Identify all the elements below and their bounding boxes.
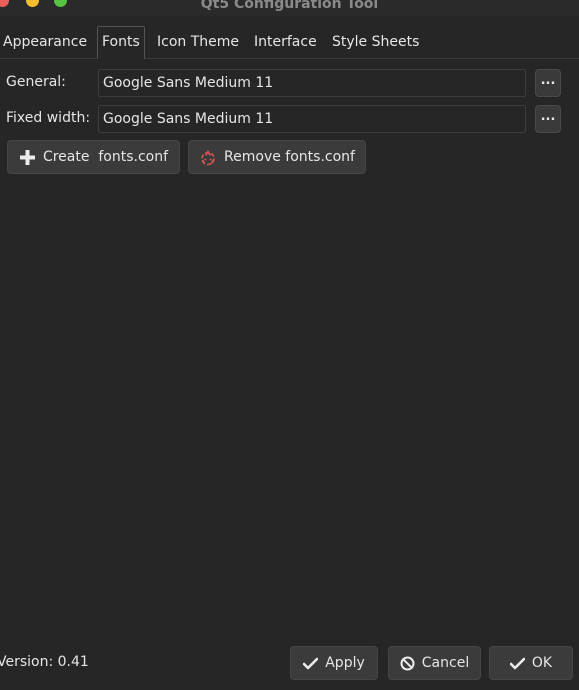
recycle-icon <box>199 148 217 166</box>
create-fonts-conf-button[interactable]: Create fonts.conf <box>7 140 180 174</box>
ok-label: OK <box>531 655 553 671</box>
qt5ct-window: Qt5 Configuration Tool Appearance Fonts … <box>0 0 579 690</box>
general-font-label: General: <box>6 74 66 90</box>
plus-icon <box>19 149 36 166</box>
check-icon <box>509 657 525 670</box>
tab-fonts[interactable]: Fonts <box>97 26 145 59</box>
apply-label: Apply <box>325 655 365 671</box>
fixed-width-font-field[interactable]: Google Sans Medium 11 <box>98 105 526 133</box>
cancel-button[interactable]: Cancel <box>388 646 481 680</box>
tab-interface[interactable]: Interface <box>249 30 322 55</box>
version-label: Version: 0.41 <box>0 654 89 670</box>
general-font-field[interactable]: Google Sans Medium 11 <box>98 69 526 97</box>
check-icon <box>303 657 319 670</box>
tab-bar: Appearance Fonts Icon Theme Interface St… <box>0 26 579 59</box>
tab-icon-theme[interactable]: Icon Theme <box>152 30 244 55</box>
title-bar: Qt5 Configuration Tool <box>0 0 579 16</box>
tab-style-sheets[interactable]: Style Sheets <box>327 30 424 55</box>
window-title: Qt5 Configuration Tool <box>200 0 379 12</box>
general-font-browse-button[interactable]: ... <box>535 69 561 97</box>
cancel-label: Cancel <box>421 655 470 671</box>
fixed-width-font-browse-button[interactable]: ... <box>535 105 561 133</box>
ok-button[interactable]: OK <box>489 646 573 680</box>
apply-button[interactable]: Apply <box>290 646 378 680</box>
remove-fonts-conf-label: Remove fonts.conf <box>224 149 355 165</box>
remove-fonts-conf-button[interactable]: Remove fonts.conf <box>188 140 366 174</box>
tab-appearance[interactable]: Appearance <box>0 30 92 55</box>
prohibited-icon <box>400 656 415 671</box>
fixed-width-font-label: Fixed width: <box>6 110 91 126</box>
create-fonts-conf-label: Create fonts.conf <box>42 149 169 165</box>
